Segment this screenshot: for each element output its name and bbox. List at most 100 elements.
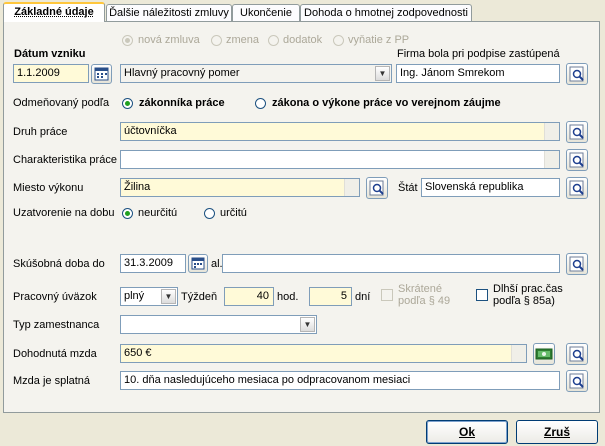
tab-label: Základné údaje xyxy=(14,6,94,18)
search-doc-icon xyxy=(369,180,384,196)
pomer-select[interactable]: Hlavný pracovný pomer ▼ xyxy=(120,64,392,83)
splatnost-input[interactable]: 10. dňa nasledujúceho mesiaca po odpraco… xyxy=(120,371,560,390)
lookup-button[interactable] xyxy=(566,121,588,143)
tyzden-label: Týždeň xyxy=(181,291,218,303)
mzda-input[interactable]: 650 € xyxy=(120,344,527,363)
dlhsi-checkbox[interactable] xyxy=(476,289,488,301)
search-doc-icon xyxy=(569,124,584,140)
radio-dodatok[interactable] xyxy=(268,35,279,46)
radio-label: neurčitú xyxy=(138,207,178,219)
zrus-label: Zruš xyxy=(543,425,570,439)
input-scrollbar[interactable] xyxy=(544,123,559,140)
search-doc-icon xyxy=(569,152,584,168)
calendar-button[interactable] xyxy=(188,254,208,273)
datum-vzniku-label: Dátum vzniku xyxy=(14,48,86,60)
radio-label: zákona o výkone práce vo verejnom záujme xyxy=(272,97,501,109)
money-icon xyxy=(535,348,553,360)
lookup-button[interactable] xyxy=(566,370,588,392)
calendar-button[interactable] xyxy=(91,64,112,84)
search-doc-icon xyxy=(569,66,584,82)
search-doc-icon xyxy=(569,256,584,272)
radio-label: vyňatie z PP xyxy=(348,34,410,46)
firma-label: Firma bola pri podpise zastúpená xyxy=(397,48,560,60)
tab-label: Dohoda o hmotnej zodpovednosti xyxy=(304,7,468,19)
dni-label: dní xyxy=(355,291,371,303)
splatnost-label: Mzda je splatná xyxy=(13,375,91,387)
calendar-icon xyxy=(191,257,205,270)
radio-label: určitú xyxy=(220,207,247,219)
hod-label: hod. xyxy=(277,291,299,303)
stat-label: Štát xyxy=(398,182,418,194)
tab-dalsie-nalezitosti[interactable]: Ďalšie náležitosti zmluvy xyxy=(106,4,232,21)
chevron-down-icon[interactable]: ▼ xyxy=(161,289,176,304)
lookup-button[interactable] xyxy=(566,63,588,85)
input-scrollbar[interactable] xyxy=(344,179,359,196)
radio-verejny-zaujem[interactable] xyxy=(255,98,266,109)
skratene-label-line1: Skrátené xyxy=(398,283,443,295)
miesto-label: Miesto výkonu xyxy=(13,182,84,194)
dni-input[interactable]: 5 xyxy=(309,287,352,306)
firma-input[interactable]: Ing. Jánom Smrekom xyxy=(396,64,560,83)
druh-prace-label: Druh práce xyxy=(13,126,68,138)
dlhsi-label-line1: Dlhší prac.čas xyxy=(493,283,563,295)
ok-label: Ok xyxy=(458,425,475,439)
lookup-button[interactable] xyxy=(566,343,588,365)
mzda-value: 650 € xyxy=(124,347,152,359)
tab-label: Ukončenie xyxy=(240,7,292,19)
lookup-button[interactable] xyxy=(566,177,588,199)
radio-label: nová zmluva xyxy=(138,34,200,46)
dlhsi-label-line2: podľa § 85a) xyxy=(493,295,555,307)
ok-button[interactable]: Ok xyxy=(426,420,508,444)
input-scrollbar[interactable] xyxy=(511,345,526,362)
calendar-icon xyxy=(94,67,109,81)
tab-ukoncenie[interactable]: Ukončenie xyxy=(232,4,300,21)
datum-vzniku-input[interactable]: 1.1.2009 xyxy=(13,64,89,83)
skratene-checkbox[interactable] xyxy=(381,289,393,301)
radio-neurcitu[interactable] xyxy=(122,208,133,219)
skratene-label: Skrátené podľa § 49 xyxy=(398,283,450,307)
miesto-value: Žilina xyxy=(124,181,151,193)
skratene-label-line2: podľa § 49 xyxy=(398,295,451,307)
lookup-button[interactable] xyxy=(566,149,588,171)
al-label: al. xyxy=(211,258,223,270)
tab-label: Ďalšie náležitosti zmluvy xyxy=(109,7,229,19)
money-button[interactable] xyxy=(533,343,555,365)
zrus-button[interactable]: Zruš xyxy=(516,420,598,444)
hodiny-input[interactable]: 40 xyxy=(224,287,274,306)
charakteristika-label: Charakteristika práce xyxy=(13,154,117,166)
typ-zamestnanca-select[interactable]: ▼ xyxy=(120,315,317,334)
chevron-down-icon[interactable]: ▼ xyxy=(375,66,390,81)
lookup-button[interactable] xyxy=(566,253,588,275)
radio-label: dodatok xyxy=(283,34,323,46)
skusobna-input[interactable]: 31.3.2009 xyxy=(120,254,186,273)
uzatvorenie-label: Uzatvorenie na dobu xyxy=(13,207,115,219)
radio-label: zákonníka práce xyxy=(139,97,225,109)
radio-urcitu[interactable] xyxy=(204,208,215,219)
uvazok-select[interactable]: plný ▼ xyxy=(120,287,178,306)
search-doc-icon xyxy=(569,373,584,389)
typ-zamestnanca-label: Typ zamestnanca xyxy=(13,319,100,331)
al-input[interactable] xyxy=(222,254,560,273)
radio-zmena[interactable] xyxy=(211,35,222,46)
mzda-label: Dohodnutá mzda xyxy=(13,348,97,360)
stat-input[interactable]: Slovenská republika xyxy=(421,178,560,197)
pomer-value: Hlavný pracovný pomer xyxy=(124,67,240,79)
uvazok-value: plný xyxy=(124,290,145,302)
druh-prace-input[interactable]: účtovníčka xyxy=(120,122,560,141)
druh-prace-value: účtovníčka xyxy=(124,125,177,137)
search-doc-icon xyxy=(569,180,584,196)
odmenovany-label: Odmeňovaný podľa xyxy=(13,97,110,109)
radio-vynatie[interactable] xyxy=(333,35,344,46)
skusobna-label: Skúšobná doba do xyxy=(13,258,105,270)
chevron-down-icon[interactable]: ▼ xyxy=(300,317,315,332)
radio-zakonnika-prace[interactable] xyxy=(122,98,133,109)
radio-label: zmena xyxy=(226,34,260,46)
input-scrollbar[interactable] xyxy=(544,151,559,168)
tab-dohoda[interactable]: Dohoda o hmotnej zodpovednosti xyxy=(300,4,472,21)
lookup-button[interactable] xyxy=(366,177,388,199)
search-doc-icon xyxy=(569,346,584,362)
radio-nova-zmluva[interactable] xyxy=(122,35,133,46)
charakteristika-input[interactable] xyxy=(120,150,560,169)
miesto-input[interactable]: Žilina xyxy=(120,178,360,197)
tab-zakladne-udaje[interactable]: Základné údaje xyxy=(3,2,105,22)
